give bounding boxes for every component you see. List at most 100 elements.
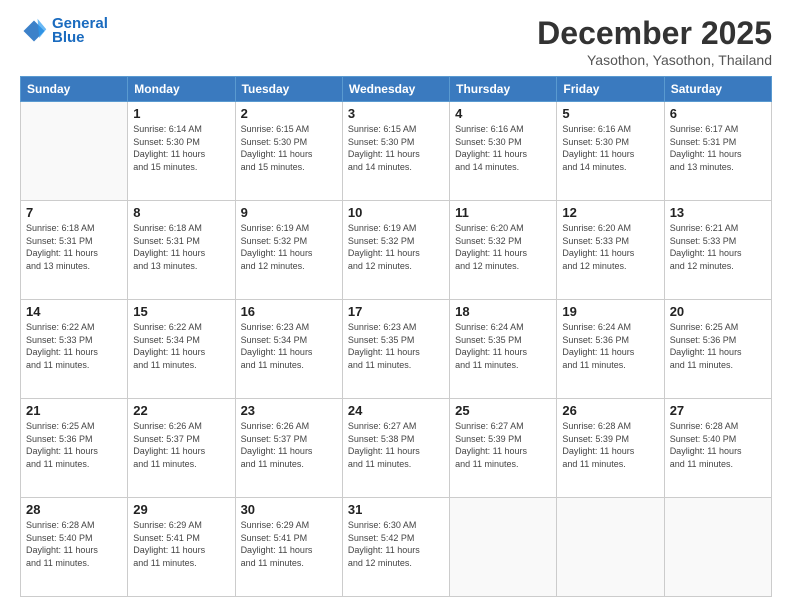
calendar-cell: 29 Sunrise: 6:29 AM Sunset: 5:41 PM Dayli… <box>128 498 235 597</box>
day-number: 14 <box>26 304 122 319</box>
day-info: Sunrise: 6:18 AM Sunset: 5:31 PM Dayligh… <box>26 222 122 272</box>
day-info: Sunrise: 6:17 AM Sunset: 5:31 PM Dayligh… <box>670 123 766 173</box>
day-info: Sunrise: 6:15 AM Sunset: 5:30 PM Dayligh… <box>241 123 337 173</box>
day-number: 28 <box>26 502 122 517</box>
day-number: 8 <box>133 205 229 220</box>
calendar-cell <box>557 498 664 597</box>
day-number: 11 <box>455 205 551 220</box>
day-info: Sunrise: 6:28 AM Sunset: 5:40 PM Dayligh… <box>670 420 766 470</box>
calendar-cell: 13 Sunrise: 6:21 AM Sunset: 5:33 PM Dayli… <box>664 201 771 300</box>
column-header-saturday: Saturday <box>664 77 771 102</box>
header: General Blue December 2025 Yasothon, Yas… <box>20 15 772 68</box>
day-number: 21 <box>26 403 122 418</box>
calendar-cell: 23 Sunrise: 6:26 AM Sunset: 5:37 PM Dayli… <box>235 399 342 498</box>
day-info: Sunrise: 6:21 AM Sunset: 5:33 PM Dayligh… <box>670 222 766 272</box>
day-info: Sunrise: 6:14 AM Sunset: 5:30 PM Dayligh… <box>133 123 229 173</box>
day-info: Sunrise: 6:19 AM Sunset: 5:32 PM Dayligh… <box>348 222 444 272</box>
column-header-monday: Monday <box>128 77 235 102</box>
day-info: Sunrise: 6:30 AM Sunset: 5:42 PM Dayligh… <box>348 519 444 569</box>
day-number: 13 <box>670 205 766 220</box>
calendar-cell: 22 Sunrise: 6:26 AM Sunset: 5:37 PM Dayli… <box>128 399 235 498</box>
calendar-header-row: SundayMondayTuesdayWednesdayThursdayFrid… <box>21 77 772 102</box>
day-info: Sunrise: 6:29 AM Sunset: 5:41 PM Dayligh… <box>241 519 337 569</box>
calendar-cell: 21 Sunrise: 6:25 AM Sunset: 5:36 PM Dayli… <box>21 399 128 498</box>
day-number: 12 <box>562 205 658 220</box>
day-number: 9 <box>241 205 337 220</box>
calendar-cell: 20 Sunrise: 6:25 AM Sunset: 5:36 PM Dayli… <box>664 300 771 399</box>
main-title: December 2025 <box>537 15 772 52</box>
column-header-friday: Friday <box>557 77 664 102</box>
calendar-cell: 14Sunrise: 6:22 AM Sunset: 5:33 PM Dayli… <box>21 300 128 399</box>
calendar-cell: 19Sunrise: 6:24 AM Sunset: 5:36 PM Dayli… <box>557 300 664 399</box>
day-number: 30 <box>241 502 337 517</box>
day-info: Sunrise: 6:24 AM Sunset: 5:36 PM Dayligh… <box>562 321 658 371</box>
calendar-cell: 25Sunrise: 6:27 AM Sunset: 5:39 PM Dayli… <box>450 399 557 498</box>
calendar-week-1: 1 Sunrise: 6:14 AM Sunset: 5:30 PM Daylig… <box>21 102 772 201</box>
column-header-wednesday: Wednesday <box>342 77 449 102</box>
day-info: Sunrise: 6:25 AM Sunset: 5:36 PM Dayligh… <box>26 420 122 470</box>
day-info: Sunrise: 6:19 AM Sunset: 5:32 PM Dayligh… <box>241 222 337 272</box>
calendar-cell: 17 Sunrise: 6:23 AM Sunset: 5:35 PM Dayli… <box>342 300 449 399</box>
day-number: 22 <box>133 403 229 418</box>
day-number: 27 <box>670 403 766 418</box>
day-info: Sunrise: 6:18 AM Sunset: 5:31 PM Dayligh… <box>133 222 229 272</box>
day-info: Sunrise: 6:23 AM Sunset: 5:35 PM Dayligh… <box>348 321 444 371</box>
day-number: 20 <box>670 304 766 319</box>
day-number: 18 <box>455 304 551 319</box>
day-info: Sunrise: 6:26 AM Sunset: 5:37 PM Dayligh… <box>241 420 337 470</box>
column-header-tuesday: Tuesday <box>235 77 342 102</box>
calendar-cell: 8 Sunrise: 6:18 AM Sunset: 5:31 PM Daylig… <box>128 201 235 300</box>
calendar-cell: 12 Sunrise: 6:20 AM Sunset: 5:33 PM Dayli… <box>557 201 664 300</box>
logo-text: General Blue <box>52 15 108 46</box>
day-info: Sunrise: 6:23 AM Sunset: 5:34 PM Dayligh… <box>241 321 337 371</box>
column-header-thursday: Thursday <box>450 77 557 102</box>
day-info: Sunrise: 6:26 AM Sunset: 5:37 PM Dayligh… <box>133 420 229 470</box>
calendar-cell: 3 Sunrise: 6:15 AM Sunset: 5:30 PM Daylig… <box>342 102 449 201</box>
day-number: 23 <box>241 403 337 418</box>
day-info: Sunrise: 6:22 AM Sunset: 5:34 PM Dayligh… <box>133 321 229 371</box>
day-info: Sunrise: 6:20 AM Sunset: 5:33 PM Dayligh… <box>562 222 658 272</box>
day-info: Sunrise: 6:29 AM Sunset: 5:41 PM Dayligh… <box>133 519 229 569</box>
day-number: 16 <box>241 304 337 319</box>
calendar-week-3: 14Sunrise: 6:22 AM Sunset: 5:33 PM Dayli… <box>21 300 772 399</box>
day-info: Sunrise: 6:16 AM Sunset: 5:30 PM Dayligh… <box>455 123 551 173</box>
day-number: 17 <box>348 304 444 319</box>
day-number: 25 <box>455 403 551 418</box>
calendar-cell: 11 Sunrise: 6:20 AM Sunset: 5:32 PM Dayli… <box>450 201 557 300</box>
calendar-week-5: 28Sunrise: 6:28 AM Sunset: 5:40 PM Dayli… <box>21 498 772 597</box>
calendar-cell: 15Sunrise: 6:22 AM Sunset: 5:34 PM Dayli… <box>128 300 235 399</box>
subtitle: Yasothon, Yasothon, Thailand <box>537 52 772 68</box>
calendar-cell: 2Sunrise: 6:15 AM Sunset: 5:30 PM Daylig… <box>235 102 342 201</box>
day-info: Sunrise: 6:24 AM Sunset: 5:35 PM Dayligh… <box>455 321 551 371</box>
calendar-cell: 5 Sunrise: 6:16 AM Sunset: 5:30 PM Daylig… <box>557 102 664 201</box>
calendar-cell: 9 Sunrise: 6:19 AM Sunset: 5:32 PM Daylig… <box>235 201 342 300</box>
calendar-cell: 24Sunrise: 6:27 AM Sunset: 5:38 PM Dayli… <box>342 399 449 498</box>
calendar-cell: 6 Sunrise: 6:17 AM Sunset: 5:31 PM Daylig… <box>664 102 771 201</box>
calendar-cell: 4Sunrise: 6:16 AM Sunset: 5:30 PM Daylig… <box>450 102 557 201</box>
calendar-cell: 27 Sunrise: 6:28 AM Sunset: 5:40 PM Dayli… <box>664 399 771 498</box>
calendar-table: SundayMondayTuesdayWednesdayThursdayFrid… <box>20 76 772 597</box>
calendar-cell: 10Sunrise: 6:19 AM Sunset: 5:32 PM Dayli… <box>342 201 449 300</box>
day-info: Sunrise: 6:15 AM Sunset: 5:30 PM Dayligh… <box>348 123 444 173</box>
calendar-cell: 30 Sunrise: 6:29 AM Sunset: 5:41 PM Dayli… <box>235 498 342 597</box>
calendar-cell: 28Sunrise: 6:28 AM Sunset: 5:40 PM Dayli… <box>21 498 128 597</box>
day-number: 29 <box>133 502 229 517</box>
logo-icon <box>20 17 48 45</box>
calendar-week-2: 7 Sunrise: 6:18 AM Sunset: 5:31 PM Daylig… <box>21 201 772 300</box>
calendar-cell: 26Sunrise: 6:28 AM Sunset: 5:39 PM Dayli… <box>557 399 664 498</box>
day-info: Sunrise: 6:16 AM Sunset: 5:30 PM Dayligh… <box>562 123 658 173</box>
calendar-cell: 18 Sunrise: 6:24 AM Sunset: 5:35 PM Dayli… <box>450 300 557 399</box>
day-number: 1 <box>133 106 229 121</box>
day-info: Sunrise: 6:20 AM Sunset: 5:32 PM Dayligh… <box>455 222 551 272</box>
day-info: Sunrise: 6:27 AM Sunset: 5:38 PM Dayligh… <box>348 420 444 470</box>
day-number: 7 <box>26 205 122 220</box>
calendar-cell <box>664 498 771 597</box>
day-number: 5 <box>562 106 658 121</box>
calendar-cell: 7 Sunrise: 6:18 AM Sunset: 5:31 PM Daylig… <box>21 201 128 300</box>
day-info: Sunrise: 6:28 AM Sunset: 5:39 PM Dayligh… <box>562 420 658 470</box>
day-number: 31 <box>348 502 444 517</box>
title-section: December 2025 Yasothon, Yasothon, Thaila… <box>537 15 772 68</box>
day-number: 3 <box>348 106 444 121</box>
day-number: 6 <box>670 106 766 121</box>
day-info: Sunrise: 6:25 AM Sunset: 5:36 PM Dayligh… <box>670 321 766 371</box>
